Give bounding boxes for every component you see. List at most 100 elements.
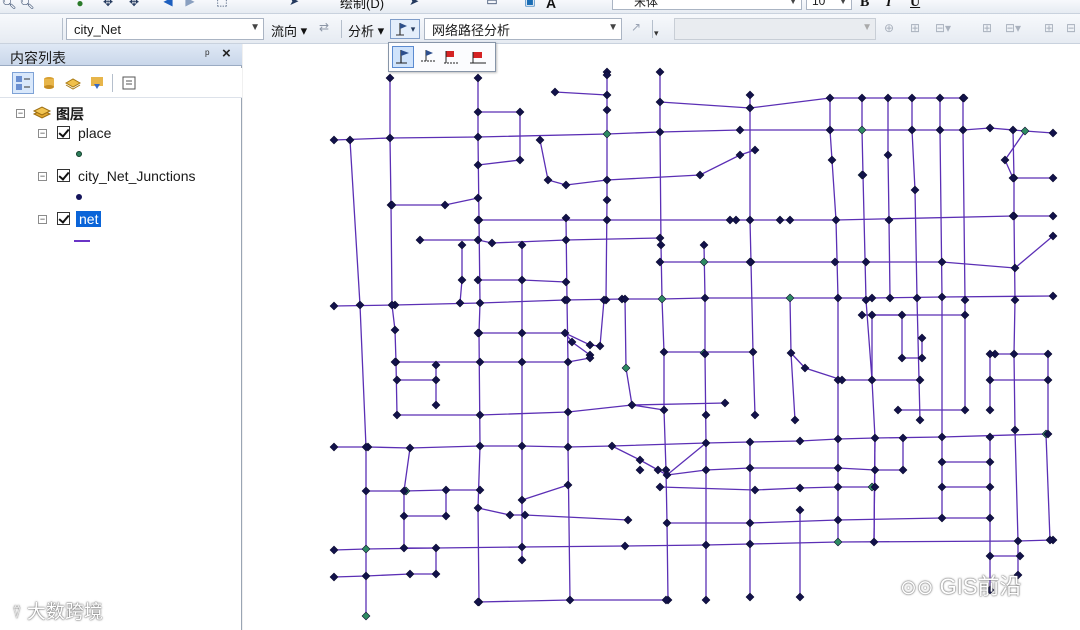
font-size-select[interactable]: 10 ▼: [806, 0, 852, 10]
junction-point: [565, 595, 575, 605]
solve-icon[interactable]: ↗: [626, 20, 646, 34]
junction-point: [795, 436, 805, 446]
layer-name-place[interactable]: place: [78, 125, 111, 141]
junction-point: [701, 410, 711, 420]
junction-point: [602, 175, 612, 185]
list-by-visibility-icon[interactable]: [62, 72, 84, 94]
junction-point: [1008, 125, 1018, 135]
place-point: [857, 125, 867, 135]
layer-visibility-checkbox[interactable]: [57, 212, 70, 225]
layout-tool-icon[interactable]: ⊕: [880, 21, 898, 35]
layers-root-label[interactable]: 图层: [56, 104, 84, 124]
analysis-menu[interactable]: 分析 ▾: [348, 21, 384, 40]
junction-point: [517, 328, 527, 338]
add-polygon-barrier-tool[interactable]: [467, 46, 489, 68]
list-by-selection-icon[interactable]: [86, 72, 108, 94]
junction-point: [1048, 291, 1058, 301]
new-text-icon[interactable]: ▣: [522, 0, 538, 8]
back-extent-icon[interactable]: ◀: [160, 0, 176, 8]
junction-point: [985, 375, 995, 385]
network-edge: [1045, 433, 1051, 541]
zoom-in-icon[interactable]: 🔍︎: [1, 0, 16, 10]
ungroup-icon[interactable]: ⊟: [1062, 21, 1080, 35]
watermark-left: ⍢ 大数跨境: [12, 597, 103, 624]
flag-pin-icon: [396, 50, 409, 64]
fixed-zoom-icon[interactable]: ✥: [126, 0, 142, 9]
select-move-location-tool[interactable]: [417, 46, 439, 68]
wechat-icon: ⊙⊙: [900, 577, 934, 599]
create-network-location-tool[interactable]: [392, 46, 414, 68]
network-edge: [392, 197, 479, 206]
font-name-select[interactable]: 宋体 ▼: [612, 0, 802, 10]
toc-toolbar: [0, 68, 242, 98]
layer-collapse-toggle[interactable]: −: [38, 172, 47, 181]
network-edge: [749, 95, 756, 416]
layer-visibility-checkbox[interactable]: [57, 126, 70, 139]
close-icon[interactable]: ×: [222, 45, 231, 62]
junction-point: [735, 150, 745, 160]
font-size-value: 10: [812, 0, 826, 8]
list-by-source-icon[interactable]: [38, 72, 60, 94]
junction-point: [517, 495, 527, 505]
select-elements-icon[interactable]: ➤: [286, 0, 302, 8]
layer-collapse-toggle[interactable]: −: [38, 215, 47, 224]
flag-tool-dropdown[interactable]: ▾: [390, 19, 420, 39]
network-edge: [659, 97, 964, 109]
align-left-icon[interactable]: ⊞: [906, 21, 924, 35]
forward-extent-icon[interactable]: ▶: [182, 0, 198, 8]
network-map[interactable]: [243, 44, 1080, 630]
font-color-button[interactable]: A: [546, 0, 556, 11]
pin-icon[interactable]: ᵖ: [205, 47, 210, 61]
watermark-right-text: GIS前沿: [939, 574, 1022, 599]
junction-point: [1043, 375, 1053, 385]
layers-collapse-toggle[interactable]: −: [16, 109, 25, 118]
polygon-barrier-icon: [470, 52, 486, 64]
junction-point: [550, 87, 560, 97]
layer-visibility-checkbox[interactable]: [57, 169, 70, 182]
options-icon[interactable]: [118, 72, 140, 94]
group-icon[interactable]: ⊞: [1040, 21, 1058, 35]
bold-button[interactable]: B: [860, 0, 869, 11]
layer-name-junctions[interactable]: city_Net_Junctions: [78, 168, 196, 184]
rectangle-icon[interactable]: ▭: [484, 0, 500, 8]
barrier-flag-icon: [444, 51, 459, 64]
align-center-icon[interactable]: ⊟▾: [932, 21, 954, 35]
junction-point: [885, 293, 895, 303]
distribute-vertical-icon[interactable]: ⊟▾: [1002, 21, 1024, 35]
underline-button[interactable]: U: [910, 0, 920, 11]
full-extent-icon[interactable]: ✥: [100, 0, 116, 9]
zoom-out-icon[interactable]: 🔍︎: [19, 0, 34, 10]
layer-name-net[interactable]: net: [76, 211, 102, 227]
draw-menu[interactable]: 绘制(D): [340, 0, 384, 11]
network-dataset-select[interactable]: city_Net ▼: [66, 18, 264, 40]
junction-point: [655, 482, 665, 492]
junction-point: [415, 235, 425, 245]
junction-point: [745, 592, 755, 602]
network-edge: [911, 98, 921, 421]
analysis-layer-select[interactable]: 网络路径分析 ▼: [424, 18, 622, 40]
junction-point: [750, 485, 760, 495]
add-barrier-tool[interactable]: [441, 46, 463, 68]
layer-collapse-toggle[interactable]: −: [38, 129, 47, 138]
toolbar-options-icon[interactable]: ▾: [654, 28, 659, 39]
junction-point: [898, 433, 908, 443]
junction-point: [563, 480, 573, 490]
junction-point: [585, 340, 595, 350]
map-view[interactable]: [243, 44, 1080, 630]
select-features-icon[interactable]: ⬚: [214, 0, 230, 8]
junction-point: [620, 541, 630, 551]
flow-menu[interactable]: 流向 ▾: [271, 21, 307, 40]
list-by-drawing-order-icon[interactable]: [12, 72, 34, 94]
disabled-layer-select[interactable]: ▼: [674, 18, 876, 40]
edit-vertices-icon[interactable]: ➤: [406, 0, 422, 8]
junction-point: [795, 592, 805, 602]
junction-point: [795, 505, 805, 515]
globe-icon[interactable]: ●: [72, 0, 88, 11]
junction-point: [937, 513, 947, 523]
network-edge: [366, 489, 480, 492]
flow-arrows-icon[interactable]: ⇄: [314, 20, 334, 34]
junction-point: [475, 410, 485, 420]
italic-button[interactable]: I: [886, 0, 891, 11]
junction-point: [857, 93, 867, 103]
distribute-icon[interactable]: ⊞: [978, 21, 996, 35]
